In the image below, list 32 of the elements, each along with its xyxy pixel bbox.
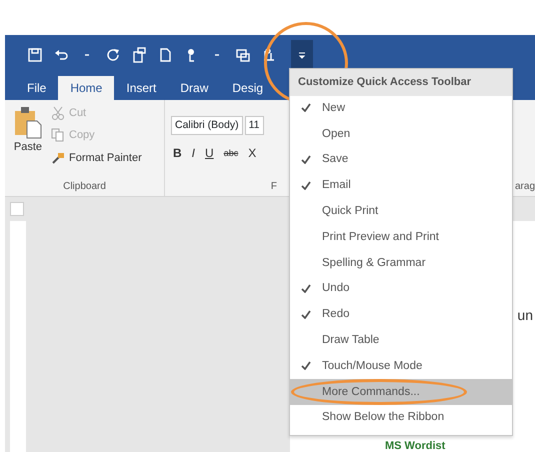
format-painter-button[interactable]: Format Painter	[49, 148, 144, 168]
format-button[interactable]: X	[246, 143, 258, 164]
ribbon-tab[interactable]: File	[15, 76, 58, 100]
menu-item[interactable]: Save	[290, 147, 512, 173]
menu-item[interactable]: Touch/Mouse Mode	[290, 353, 512, 380]
document-heading: MS Wordist	[385, 440, 446, 452]
format-button[interactable]: abc	[222, 143, 240, 164]
menu-item[interactable]: Draw Table	[290, 328, 512, 354]
menu-item[interactable]: Email	[290, 172, 512, 199]
ribbon-tab[interactable]: Insert	[114, 76, 168, 100]
menu-item[interactable]: Print Preview and Print	[290, 224, 512, 250]
format-button[interactable]: I	[190, 143, 198, 164]
ribbon-tab[interactable]: Draw	[168, 76, 220, 100]
menu-item[interactable]: Quick Print	[290, 198, 512, 224]
group-label: F	[270, 180, 277, 194]
menu-item[interactable]: Show Below the Ribbon	[290, 405, 512, 431]
paste-button[interactable]: Paste	[11, 104, 45, 168]
ribbon-tab[interactable]: Desig	[220, 76, 276, 100]
menu-item[interactable]: New	[290, 96, 512, 122]
font-name-field[interactable]: Calibri (Body)	[171, 116, 243, 136]
document-text: un	[517, 306, 533, 325]
menu-title: Customize Quick Access Toolbar	[290, 69, 512, 96]
menu-item[interactable]: Redo	[290, 302, 512, 328]
format-button[interactable]: U	[203, 143, 216, 164]
format-button[interactable]: B	[171, 143, 184, 164]
menu-item[interactable]: Spelling & Grammar	[290, 250, 512, 276]
group-label: arag	[514, 180, 535, 194]
ribbon-tab[interactable]: Home	[58, 76, 114, 100]
font-size-field[interactable]: 11	[244, 116, 264, 136]
menu-item[interactable]: Open	[290, 121, 512, 148]
menu-item[interactable]: Undo	[290, 276, 512, 302]
group-label: Clipboard	[62, 180, 107, 194]
